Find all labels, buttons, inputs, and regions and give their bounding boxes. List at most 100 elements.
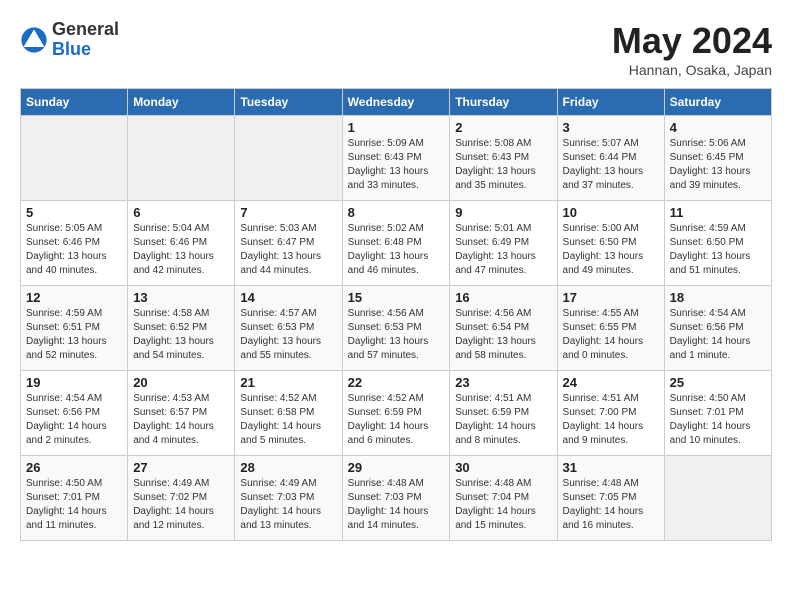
day-number: 17 <box>563 290 659 305</box>
logo-general: General <box>52 20 119 40</box>
day-info: Sunrise: 4:57 AM Sunset: 6:53 PM Dayligh… <box>240 307 336 363</box>
logo-blue: Blue <box>52 40 119 60</box>
day-number: 9 <box>455 205 551 220</box>
calendar-cell: 15 Sunrise: 4:56 AM Sunset: 6:53 PM Dayli… <box>342 286 450 371</box>
month-title: May 2024 <box>612 20 772 62</box>
calendar-cell: 6 Sunrise: 5:04 AM Sunset: 6:46 PM Daylig… <box>128 201 235 286</box>
logo: General Blue <box>20 20 119 60</box>
calendar-cell: 11Sunrise: 4:59 AM Sunset: 6:50 PM Dayli… <box>664 201 771 286</box>
day-number: 26 <box>26 460 122 475</box>
calendar-cell: 22 Sunrise: 4:52 AM Sunset: 6:59 PM Dayli… <box>342 371 450 456</box>
calendar-cell: 7Sunrise: 5:03 AM Sunset: 6:47 PM Daylig… <box>235 201 342 286</box>
calendar-cell: 26Sunrise: 4:50 AM Sunset: 7:01 PM Dayli… <box>21 456 128 541</box>
week-row-3: 12 Sunrise: 4:59 AM Sunset: 6:51 PM Dayli… <box>21 286 772 371</box>
day-number: 25 <box>670 375 766 390</box>
week-row-4: 19Sunrise: 4:54 AM Sunset: 6:56 PM Dayli… <box>21 371 772 456</box>
calendar-cell <box>235 116 342 201</box>
day-number: 22 <box>348 375 445 390</box>
day-number: 4 <box>670 120 766 135</box>
calendar-header-row: SundayMondayTuesdayWednesdayThursdayFrid… <box>21 89 772 116</box>
day-number: 8 <box>348 205 445 220</box>
day-number: 12 <box>26 290 122 305</box>
calendar-cell: 27 Sunrise: 4:49 AM Sunset: 7:02 PM Dayli… <box>128 456 235 541</box>
calendar-cell: 9 Sunrise: 5:01 AM Sunset: 6:49 PM Daylig… <box>450 201 557 286</box>
calendar-cell: 30Sunrise: 4:48 AM Sunset: 7:04 PM Dayli… <box>450 456 557 541</box>
calendar-cell <box>128 116 235 201</box>
day-info: Sunrise: 4:55 AM Sunset: 6:55 PM Dayligh… <box>563 307 659 363</box>
day-info: Sunrise: 5:07 AM Sunset: 6:44 PM Dayligh… <box>563 137 659 193</box>
calendar-cell: 12 Sunrise: 4:59 AM Sunset: 6:51 PM Dayli… <box>21 286 128 371</box>
day-header-tuesday: Tuesday <box>235 89 342 116</box>
day-info: Sunrise: 4:51 AM Sunset: 7:00 PM Dayligh… <box>563 392 659 448</box>
day-info: Sunrise: 4:49 AM Sunset: 7:03 PM Dayligh… <box>240 477 336 533</box>
day-number: 29 <box>348 460 445 475</box>
page-header: General Blue May 2024 Hannan, Osaka, Jap… <box>20 20 772 78</box>
day-info: Sunrise: 4:48 AM Sunset: 7:05 PM Dayligh… <box>563 477 659 533</box>
day-info: Sunrise: 5:05 AM Sunset: 6:46 PM Dayligh… <box>26 222 122 278</box>
day-header-saturday: Saturday <box>664 89 771 116</box>
calendar-cell <box>21 116 128 201</box>
day-info: Sunrise: 5:04 AM Sunset: 6:46 PM Dayligh… <box>133 222 229 278</box>
calendar-cell: 14Sunrise: 4:57 AM Sunset: 6:53 PM Dayli… <box>235 286 342 371</box>
day-number: 23 <box>455 375 551 390</box>
calendar-cell: 10 Sunrise: 5:00 AM Sunset: 6:50 PM Dayli… <box>557 201 664 286</box>
day-number: 3 <box>563 120 659 135</box>
week-row-1: 1 Sunrise: 5:09 AM Sunset: 6:43 PM Daylig… <box>21 116 772 201</box>
day-info: Sunrise: 4:48 AM Sunset: 7:03 PM Dayligh… <box>348 477 445 533</box>
calendar-cell: 24Sunrise: 4:51 AM Sunset: 7:00 PM Dayli… <box>557 371 664 456</box>
calendar-cell: 17 Sunrise: 4:55 AM Sunset: 6:55 PM Dayli… <box>557 286 664 371</box>
day-info: Sunrise: 5:09 AM Sunset: 6:43 PM Dayligh… <box>348 137 445 193</box>
day-info: Sunrise: 5:02 AM Sunset: 6:48 PM Dayligh… <box>348 222 445 278</box>
day-number: 1 <box>348 120 445 135</box>
calendar-cell: 5Sunrise: 5:05 AM Sunset: 6:46 PM Daylig… <box>21 201 128 286</box>
day-number: 16 <box>455 290 551 305</box>
calendar-cell: 25 Sunrise: 4:50 AM Sunset: 7:01 PM Dayli… <box>664 371 771 456</box>
day-info: Sunrise: 4:56 AM Sunset: 6:53 PM Dayligh… <box>348 307 445 363</box>
day-header-monday: Monday <box>128 89 235 116</box>
day-info: Sunrise: 4:49 AM Sunset: 7:02 PM Dayligh… <box>133 477 229 533</box>
day-info: Sunrise: 4:59 AM Sunset: 6:51 PM Dayligh… <box>26 307 122 363</box>
day-info: Sunrise: 4:53 AM Sunset: 6:57 PM Dayligh… <box>133 392 229 448</box>
day-info: Sunrise: 4:58 AM Sunset: 6:52 PM Dayligh… <box>133 307 229 363</box>
day-number: 6 <box>133 205 229 220</box>
day-header-friday: Friday <box>557 89 664 116</box>
day-number: 31 <box>563 460 659 475</box>
calendar-cell: 18Sunrise: 4:54 AM Sunset: 6:56 PM Dayli… <box>664 286 771 371</box>
day-info: Sunrise: 5:00 AM Sunset: 6:50 PM Dayligh… <box>563 222 659 278</box>
day-info: Sunrise: 4:51 AM Sunset: 6:59 PM Dayligh… <box>455 392 551 448</box>
day-number: 18 <box>670 290 766 305</box>
calendar-cell: 20 Sunrise: 4:53 AM Sunset: 6:57 PM Dayli… <box>128 371 235 456</box>
location: Hannan, Osaka, Japan <box>612 62 772 78</box>
calendar-cell <box>664 456 771 541</box>
calendar-cell: 8 Sunrise: 5:02 AM Sunset: 6:48 PM Daylig… <box>342 201 450 286</box>
day-info: Sunrise: 4:48 AM Sunset: 7:04 PM Dayligh… <box>455 477 551 533</box>
day-number: 27 <box>133 460 229 475</box>
day-number: 21 <box>240 375 336 390</box>
calendar-cell: 19Sunrise: 4:54 AM Sunset: 6:56 PM Dayli… <box>21 371 128 456</box>
day-number: 28 <box>240 460 336 475</box>
day-number: 13 <box>133 290 229 305</box>
calendar-cell: 3 Sunrise: 5:07 AM Sunset: 6:44 PM Daylig… <box>557 116 664 201</box>
day-number: 10 <box>563 205 659 220</box>
day-info: Sunrise: 4:50 AM Sunset: 7:01 PM Dayligh… <box>670 392 766 448</box>
calendar-cell: 31 Sunrise: 4:48 AM Sunset: 7:05 PM Dayli… <box>557 456 664 541</box>
calendar-table: SundayMondayTuesdayWednesdayThursdayFrid… <box>20 88 772 541</box>
day-header-thursday: Thursday <box>450 89 557 116</box>
calendar-cell: 23 Sunrise: 4:51 AM Sunset: 6:59 PM Dayli… <box>450 371 557 456</box>
day-info: Sunrise: 5:08 AM Sunset: 6:43 PM Dayligh… <box>455 137 551 193</box>
day-info: Sunrise: 5:01 AM Sunset: 6:49 PM Dayligh… <box>455 222 551 278</box>
calendar-cell: 1 Sunrise: 5:09 AM Sunset: 6:43 PM Daylig… <box>342 116 450 201</box>
day-number: 20 <box>133 375 229 390</box>
day-info: Sunrise: 5:06 AM Sunset: 6:45 PM Dayligh… <box>670 137 766 193</box>
calendar-cell: 16Sunrise: 4:56 AM Sunset: 6:54 PM Dayli… <box>450 286 557 371</box>
day-header-wednesday: Wednesday <box>342 89 450 116</box>
day-info: Sunrise: 4:52 AM Sunset: 6:59 PM Dayligh… <box>348 392 445 448</box>
day-number: 15 <box>348 290 445 305</box>
day-info: Sunrise: 4:59 AM Sunset: 6:50 PM Dayligh… <box>670 222 766 278</box>
week-row-5: 26Sunrise: 4:50 AM Sunset: 7:01 PM Dayli… <box>21 456 772 541</box>
calendar-cell: 4 Sunrise: 5:06 AM Sunset: 6:45 PM Daylig… <box>664 116 771 201</box>
calendar-cell: 21Sunrise: 4:52 AM Sunset: 6:58 PM Dayli… <box>235 371 342 456</box>
calendar-cell: 29 Sunrise: 4:48 AM Sunset: 7:03 PM Dayli… <box>342 456 450 541</box>
week-row-2: 5Sunrise: 5:05 AM Sunset: 6:46 PM Daylig… <box>21 201 772 286</box>
title-block: May 2024 Hannan, Osaka, Japan <box>612 20 772 78</box>
